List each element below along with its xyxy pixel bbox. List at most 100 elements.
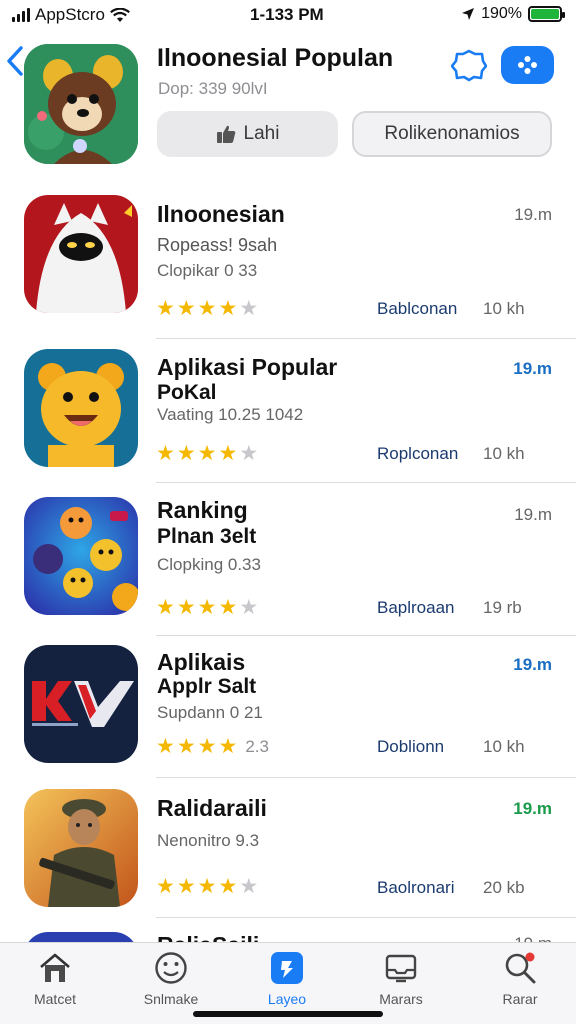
game-controller-button[interactable] — [501, 46, 554, 84]
app-version: Vaating 10.25 1042 — [157, 405, 304, 424]
star-rating: ★ ★ ★ ★ ★ — [156, 443, 258, 464]
star-rating: ★ ★ ★ ★ ★ — [156, 597, 258, 618]
tab-search[interactable]: Rarar — [470, 951, 570, 1007]
app-name: Ranking — [157, 497, 248, 523]
app-row[interactable]: Aplikasi Popular PoKal Vaating 10.25 104… — [0, 339, 576, 485]
tab-updates[interactable]: Marars — [351, 951, 451, 1007]
location-icon — [462, 8, 475, 20]
app-downloads: 20 kb — [483, 878, 525, 897]
row-divider — [156, 917, 576, 918]
tab-apps[interactable]: Layeo — [237, 951, 337, 1007]
chat-icon — [450, 49, 488, 82]
app-downloads: 10 kh — [483, 737, 525, 756]
app-category: Baplroaan — [377, 598, 455, 617]
star-icon: ★ — [156, 442, 175, 465]
app-size: 19.m — [513, 799, 552, 818]
like-button-label: Lahi — [243, 123, 280, 144]
status-left: AppStcro — [12, 5, 130, 25]
star-icon: ★ — [156, 596, 175, 619]
recommendations-button[interactable]: Rolikenonamios — [352, 111, 552, 157]
recommendations-button-label: Rolikenonamios — [384, 123, 520, 144]
app-category: Bablconan — [377, 299, 458, 318]
star-icon: ★ — [197, 596, 217, 619]
app-version: Nenonitro 9.3 — [157, 831, 260, 850]
app-row[interactable]: Aplikais Applr Salt Supdann 0 21 19.m ★ ★… — [0, 637, 576, 783]
app-icon[interactable] — [24, 645, 138, 763]
star-icon: ★ — [218, 735, 238, 758]
row-divider — [156, 482, 576, 483]
battery-percent: 190% — [481, 5, 522, 22]
page-title: Ilnoonesial Populan — [157, 44, 394, 72]
star-icon: ★ — [176, 297, 196, 320]
row-divider — [156, 635, 576, 636]
battery-icon — [528, 6, 565, 22]
star-icon: ★ — [176, 875, 196, 898]
search-icon — [503, 951, 537, 985]
app-name: Aplikais — [157, 649, 246, 675]
gamepad-icon — [518, 56, 537, 74]
star-rating: ★ ★ ★ ★ ★ — [156, 876, 258, 897]
star-icon: ★ — [218, 297, 238, 320]
app-name: Aplikasi Popular — [157, 354, 338, 380]
app-subtitle: Ropeass! 9sah — [157, 235, 278, 255]
star-icon: ★ — [197, 875, 217, 898]
star-icon: ★ — [239, 596, 259, 619]
star-icon: ★ — [239, 875, 259, 898]
star-icon: ★ — [239, 442, 259, 465]
notification-dot-icon — [525, 952, 535, 962]
like-button[interactable]: Lahi — [157, 111, 338, 157]
signal-icon — [12, 8, 30, 22]
star-icon: ★ — [176, 735, 196, 758]
featured-app-icon[interactable] — [24, 44, 138, 164]
carrier-label: AppStcro — [35, 5, 105, 24]
tab-label: Marars — [379, 991, 423, 1007]
app-icon[interactable] — [24, 195, 138, 313]
app-name: Ralidaraili — [157, 795, 267, 821]
star-icon: ★ — [197, 735, 217, 758]
chevron-left-icon — [7, 46, 23, 76]
star-icon: ★ — [176, 442, 196, 465]
app-subtitle: Plnan 3elt — [157, 525, 257, 548]
star-rating: ★ ★ ★ ★ ★ — [156, 298, 258, 319]
app-row[interactable]: Ilnoonesian Ropeass! 9sah Clopikar 0 33 … — [0, 193, 576, 339]
row-divider — [156, 777, 576, 778]
app-version: Supdann 0 21 — [157, 703, 263, 722]
page-subtitle: Dop: 339 90lvI — [158, 79, 268, 98]
star-icon: ★ — [218, 442, 238, 465]
star-icon: ★ — [218, 596, 238, 619]
home-indicator[interactable] — [193, 1011, 383, 1017]
rating-value: 2.3 — [245, 737, 269, 756]
tray-icon — [384, 951, 418, 985]
app-subtitle: Applr Salt — [157, 675, 257, 698]
chat-button[interactable] — [450, 48, 488, 82]
tab-emoji[interactable]: Snlmake — [121, 951, 221, 1007]
app-size: 19.m — [514, 505, 552, 524]
app-version: Clopking 0.33 — [157, 555, 261, 574]
app-icon[interactable] — [24, 789, 138, 907]
app-row[interactable]: Ralidaraili Nenonitro 9.3 19.m ★ ★ ★ ★ ★ Bao… — [0, 779, 576, 925]
tab-label: Snlmake — [143, 991, 199, 1007]
app-icon[interactable] — [24, 349, 138, 467]
tab-home[interactable]: Matcet — [5, 951, 105, 1007]
wifi-icon — [110, 7, 130, 22]
star-icon: ★ — [156, 735, 175, 758]
app-downloads: 19 rb — [483, 598, 522, 617]
app-downloads: 10 kh — [483, 444, 525, 463]
star-icon: ★ — [197, 297, 217, 320]
thumbs-up-icon — [216, 125, 235, 143]
app-row[interactable]: Ranking Plnan 3elt Clopking 0.33 19.m ★ ★… — [0, 485, 576, 636]
app-size: 19.m — [514, 205, 552, 224]
app-category: Baolronari — [377, 878, 455, 897]
app-version: Clopikar 0 33 — [157, 261, 258, 280]
home-icon — [38, 951, 72, 985]
status-right: 190% — [461, 5, 565, 23]
star-rating: ★ ★ ★ ★ 2.3 — [156, 736, 269, 757]
tab-label: Rarar — [502, 991, 538, 1007]
star-icon: ★ — [218, 875, 238, 898]
app-category: Roplconan — [377, 444, 459, 463]
tab-label: Layeo — [267, 991, 307, 1007]
status-time: 1-133 PM — [250, 5, 324, 24]
app-downloads: 10 kh — [483, 299, 525, 318]
app-icon[interactable] — [24, 497, 138, 615]
app-size: 19.m — [513, 359, 552, 378]
